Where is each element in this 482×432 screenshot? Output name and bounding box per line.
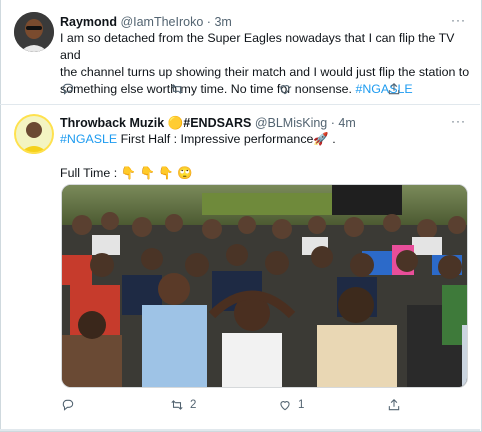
retweet-button[interactable] (170, 82, 190, 96)
avatar[interactable] (14, 114, 54, 154)
tweet-header: Raymond @IamTheIroko · 3m (60, 14, 232, 30)
crowd-photo-image (62, 185, 467, 387)
share-button[interactable] (387, 398, 401, 412)
share-icon (388, 399, 400, 411)
tweet-line: #NGASLE First Half : Impressive performa… (60, 131, 478, 148)
tweet-text: #NGASLE First Half : Impressive performa… (60, 131, 478, 182)
timestamp[interactable]: 3m (214, 15, 231, 29)
display-name[interactable]: Throwback Muzik 🟡#ENDSARS (60, 116, 251, 130)
tweet-photo[interactable] (61, 184, 468, 388)
tweet-line: I am so detached from the Super Eagles n… (60, 31, 455, 62)
tweet-actions (61, 82, 461, 100)
tweet-line-text: First Half : Impressive performance🚀 . (117, 132, 336, 146)
divider (0, 430, 480, 431)
hashtag-link[interactable]: #NGASLE (60, 132, 117, 146)
separator: · (330, 116, 335, 130)
tweet-line: Full Time : 👇 👇 👇 🙄 (60, 166, 193, 180)
more-icon[interactable]: ··· (451, 13, 466, 27)
retweet-icon (171, 84, 183, 94)
like-icon (280, 401, 290, 411)
share-button[interactable] (387, 82, 401, 96)
avatar[interactable] (14, 12, 54, 52)
name-emoji: 🟡 (167, 116, 184, 130)
retweet-icon (171, 400, 183, 410)
reply-icon (62, 399, 74, 411)
display-name-text: Throwback Muzik (60, 116, 165, 130)
like-button[interactable] (278, 82, 298, 96)
timestamp[interactable]: 4m (338, 116, 355, 130)
tweet-header: Throwback Muzik 🟡#ENDSARS @BLMisKing · 4… (60, 115, 356, 131)
reply-button[interactable] (61, 82, 81, 96)
like-count: 1 (298, 399, 305, 411)
reply-button[interactable] (61, 398, 81, 412)
share-icon (388, 83, 400, 95)
tweet-raymond[interactable]: Raymond @IamTheIroko · 3m ··· I am so de… (0, 0, 480, 105)
like-button[interactable]: 1 (278, 398, 304, 412)
more-icon[interactable]: ··· (451, 114, 466, 128)
display-name[interactable]: Raymond (60, 15, 117, 29)
user-handle[interactable]: @IamTheIroko (120, 15, 203, 29)
retweet-count: 2 (190, 399, 197, 411)
name-tag: #ENDSARS (183, 116, 252, 130)
user-handle[interactable]: @BLMisKing (255, 116, 327, 130)
retweet-button[interactable]: 2 (170, 398, 196, 412)
separator: · (206, 15, 211, 29)
like-icon (280, 85, 290, 95)
tweet-actions: 2 1 (61, 398, 461, 416)
reply-icon (62, 83, 74, 95)
tweet-line: the channel turns up showing their match… (60, 65, 470, 79)
